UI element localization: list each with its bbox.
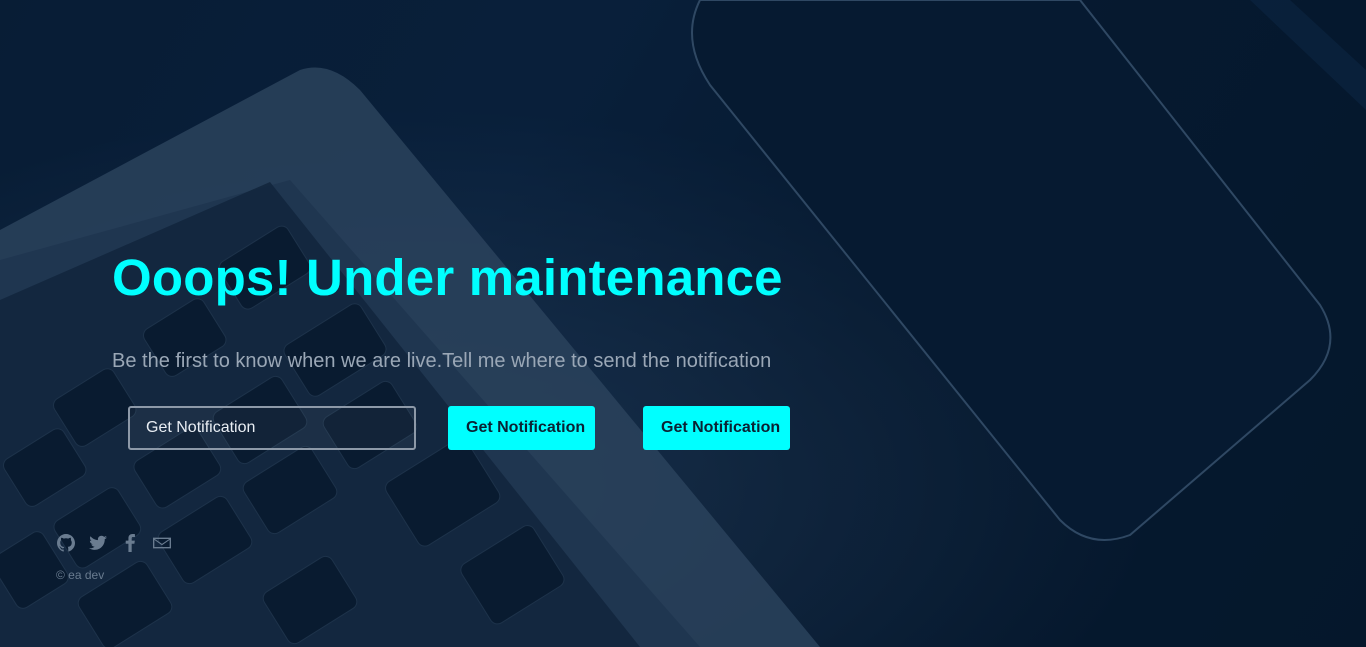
- maintenance-page: Ooops! Under maintenance Be the first to…: [0, 0, 1366, 647]
- email-input[interactable]: [128, 406, 416, 450]
- notification-form: Get Notification Get Notification: [128, 406, 790, 450]
- mail-icon[interactable]: [152, 533, 172, 553]
- page-title: Ooops! Under maintenance: [112, 249, 783, 306]
- hero-section: Ooops! Under maintenance Be the first to…: [112, 246, 1012, 374]
- facebook-icon[interactable]: [120, 533, 140, 553]
- github-icon[interactable]: [56, 533, 76, 553]
- social-links: [56, 532, 184, 554]
- twitter-icon[interactable]: [88, 533, 108, 553]
- footer: © ea dev: [56, 532, 184, 582]
- copyright-text: © ea dev: [56, 568, 105, 582]
- hero-subtitle: Be the first to know when we are live.Te…: [112, 350, 772, 372]
- get-notification-button[interactable]: Get Notification: [448, 406, 595, 450]
- get-notification-button-secondary[interactable]: Get Notification: [643, 406, 790, 450]
